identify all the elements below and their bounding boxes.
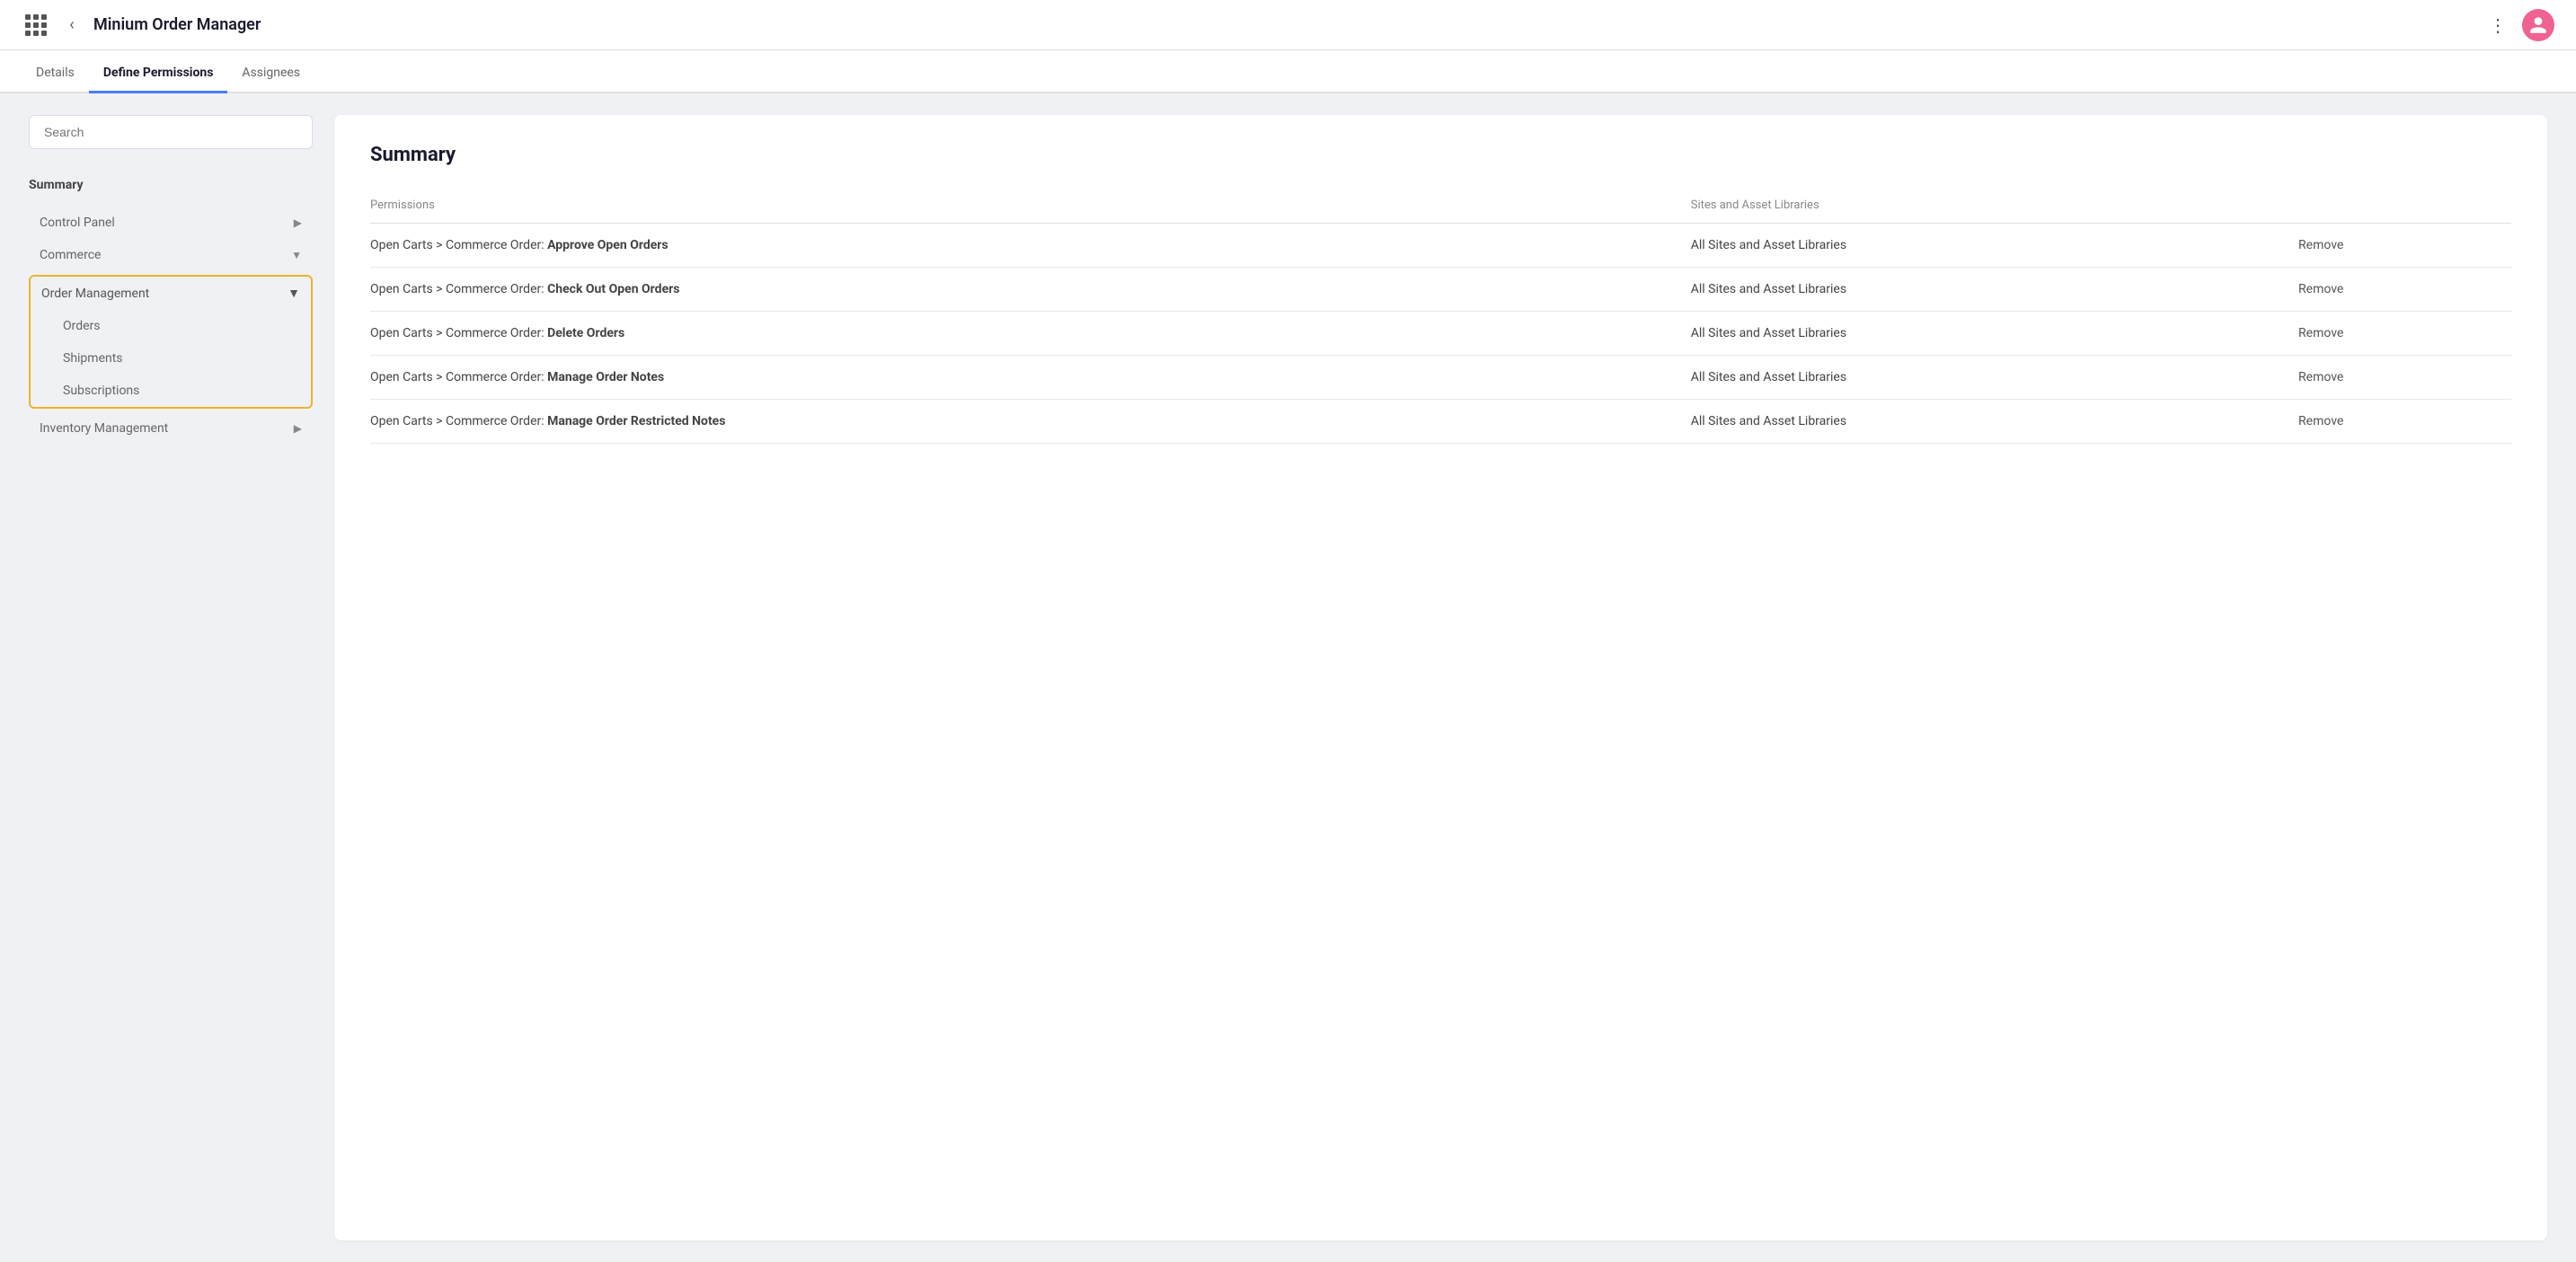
remove-button[interactable]: Remove <box>2298 414 2343 428</box>
permission-bold: Manage Order Notes <box>547 370 664 384</box>
remove-button[interactable]: Remove <box>2298 370 2343 384</box>
table-row: Open Carts > Commerce Order: Check Out O… <box>370 268 2511 312</box>
permission-bold: Manage Order Restricted Notes <box>547 414 725 428</box>
permission-cell: Open Carts > Commerce Order: Approve Ope… <box>370 224 1691 268</box>
tab-details[interactable]: Details <box>22 55 89 93</box>
sites-cell: All Sites and Asset Libraries <box>1691 356 2298 400</box>
user-avatar[interactable] <box>2522 9 2554 41</box>
action-cell: Remove <box>2298 400 2511 444</box>
sidebar-item-label: Control Panel <box>40 216 115 230</box>
sidebar-item-commerce[interactable]: Commerce ▼ <box>29 239 313 271</box>
sidebar-item-label: Subscriptions <box>63 384 139 398</box>
sidebar-item-label: Inventory Management <box>40 421 168 436</box>
remove-button[interactable]: Remove <box>2298 238 2343 252</box>
sidebar-item-control-panel[interactable]: Control Panel ▶ <box>29 207 313 239</box>
table-row: Open Carts > Commerce Order: Manage Orde… <box>370 400 2511 444</box>
sidebar-item-subscriptions[interactable]: Subscriptions <box>52 375 311 407</box>
order-management-box: Order Management ▼ Orders Shipments Subs… <box>29 275 313 409</box>
table-row: Open Carts > Commerce Order: Delete Orde… <box>370 312 2511 356</box>
grid-icon[interactable] <box>22 11 50 40</box>
sidebar-item-inventory-management[interactable]: Inventory Management ▶ <box>29 412 313 445</box>
action-cell: Remove <box>2298 224 2511 268</box>
permission-bold: Delete Orders <box>547 326 624 340</box>
search-input-wrap <box>29 115 313 149</box>
col-sites-header: Sites and Asset Libraries <box>1691 191 2298 224</box>
sidebar-item-orders[interactable]: Orders <box>52 310 311 342</box>
permission-cell: Open Carts > Commerce Order: Manage Orde… <box>370 400 1691 444</box>
chevron-down-icon: ▼ <box>291 249 302 261</box>
permission-cell: Open Carts > Commerce Order: Manage Orde… <box>370 356 1691 400</box>
action-cell: Remove <box>2298 268 2511 312</box>
action-cell: Remove <box>2298 356 2511 400</box>
sites-cell: All Sites and Asset Libraries <box>1691 400 2298 444</box>
chevron-right-icon: ▶ <box>294 216 302 229</box>
order-management-subitems: Orders Shipments Subscriptions <box>31 310 311 407</box>
panel-title: Summary <box>370 144 2511 166</box>
table-row: Open Carts > Commerce Order: Approve Ope… <box>370 224 2511 268</box>
permissions-table: Permissions Sites and Asset Libraries Op… <box>370 191 2511 444</box>
tab-define-permissions[interactable]: Define Permissions <box>89 55 228 93</box>
sidebar-item-label: Orders <box>63 319 101 333</box>
sidebar-item-label: Commerce <box>40 248 101 262</box>
more-options-icon[interactable]: ⋮ <box>2489 14 2508 36</box>
nav-right: ⋮ <box>2489 9 2554 41</box>
remove-button[interactable]: Remove <box>2298 282 2343 296</box>
tab-assignees[interactable]: Assignees <box>227 55 314 93</box>
sites-cell: All Sites and Asset Libraries <box>1691 268 2298 312</box>
sites-cell: All Sites and Asset Libraries <box>1691 312 2298 356</box>
col-action-header <box>2298 191 2511 224</box>
col-permissions-header: Permissions <box>370 191 1691 224</box>
permission-prefix: Open Carts > Commerce Order: <box>370 326 547 340</box>
permission-bold: Check Out Open Orders <box>547 282 679 296</box>
sidebar-item-order-management[interactable]: Order Management ▼ <box>31 277 311 310</box>
search-input[interactable] <box>29 115 313 149</box>
sidebar-item-label: Order Management <box>41 287 149 301</box>
app-title: Minium Order Manager <box>93 15 2489 34</box>
sites-cell: All Sites and Asset Libraries <box>1691 224 2298 268</box>
chevron-right-icon: ▶ <box>294 422 302 435</box>
sidebar-item-label: Shipments <box>63 351 123 366</box>
top-nav: ‹ Minium Order Manager ⋮ <box>0 0 2576 50</box>
right-panel: Summary Permissions Sites and Asset Libr… <box>334 115 2547 1240</box>
permission-cell: Open Carts > Commerce Order: Delete Orde… <box>370 312 1691 356</box>
table-row: Open Carts > Commerce Order: Manage Orde… <box>370 356 2511 400</box>
chevron-down-icon: ▼ <box>288 286 300 301</box>
permission-prefix: Open Carts > Commerce Order: <box>370 238 547 252</box>
permission-prefix: Open Carts > Commerce Order: <box>370 414 547 428</box>
remove-button[interactable]: Remove <box>2298 326 2343 340</box>
action-cell: Remove <box>2298 312 2511 356</box>
permission-cell: Open Carts > Commerce Order: Check Out O… <box>370 268 1691 312</box>
main-content: Summary Control Panel ▶ Commerce ▼ Order… <box>0 93 2576 1262</box>
back-button[interactable]: ‹ <box>58 11 86 40</box>
sidebar-item-shipments[interactable]: Shipments <box>52 342 311 375</box>
left-sidebar: Summary Control Panel ▶ Commerce ▼ Order… <box>29 115 334 1240</box>
permission-prefix: Open Carts > Commerce Order: <box>370 282 547 296</box>
tab-bar: Details Define Permissions Assignees <box>0 50 2576 93</box>
permission-prefix: Open Carts > Commerce Order: <box>370 370 547 384</box>
permission-bold: Approve Open Orders <box>547 238 668 252</box>
summary-section-title: Summary <box>29 171 313 207</box>
